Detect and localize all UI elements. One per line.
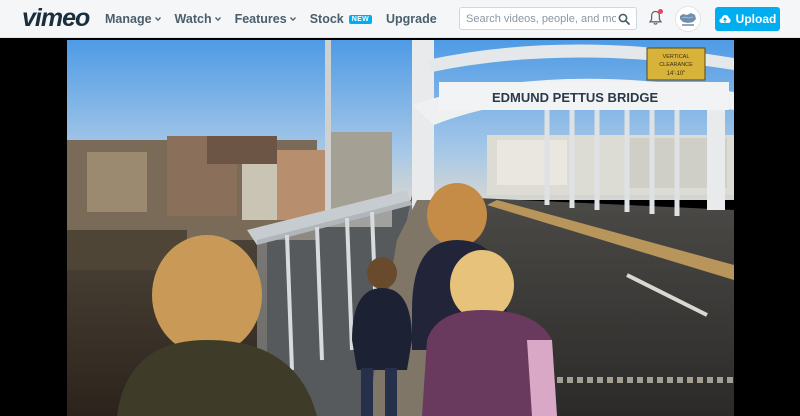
nav-watch-label: Watch bbox=[174, 12, 212, 26]
new-badge: NEW bbox=[348, 14, 372, 24]
chevron-down-icon bbox=[289, 17, 296, 22]
top-navigation-bar: vimeo Manage Watch Features Stock NEW Up… bbox=[0, 0, 800, 38]
vimeo-logo[interactable]: vimeo bbox=[22, 4, 90, 33]
clearance-sign-line-2: CLEARANCE bbox=[659, 62, 693, 68]
video-still: EDMUND PETTUS BRIDGE VERTICAL CLEARANCE … bbox=[67, 40, 734, 416]
nav-stock-label: Stock bbox=[309, 12, 344, 26]
upload-cloud-icon bbox=[719, 15, 731, 23]
chevron-down-icon bbox=[214, 17, 221, 22]
clearance-sign-line-1: VERTICAL bbox=[663, 54, 690, 60]
nav-upgrade[interactable]: Upgrade bbox=[386, 12, 437, 26]
nav-features[interactable]: Features bbox=[235, 12, 296, 26]
nav-manage-label: Manage bbox=[105, 12, 152, 26]
video-frame[interactable]: EDMUND PETTUS BRIDGE VERTICAL CLEARANCE … bbox=[67, 40, 734, 416]
nav-manage[interactable]: Manage bbox=[105, 12, 161, 26]
upload-button[interactable]: Upload bbox=[715, 7, 780, 31]
avatar[interactable] bbox=[675, 6, 701, 32]
notification-dot bbox=[658, 9, 663, 14]
nav-stock[interactable]: Stock NEW bbox=[310, 12, 372, 26]
nav-features-label: Features bbox=[234, 12, 287, 26]
main-nav: Manage Watch Features Stock NEW Upgrade bbox=[105, 0, 451, 38]
search-input[interactable] bbox=[466, 11, 616, 27]
bridge-sign-text: EDMUND PETTUS BRIDGE bbox=[492, 90, 658, 105]
video-player[interactable]: EDMUND PETTUS BRIDGE VERTICAL CLEARANCE … bbox=[0, 38, 800, 416]
search-box bbox=[459, 7, 637, 30]
avatar-image bbox=[676, 7, 700, 31]
clearance-sign-line-3: 14'-10" bbox=[667, 71, 686, 77]
nav-watch[interactable]: Watch bbox=[175, 12, 221, 26]
nav-upgrade-label: Upgrade bbox=[385, 12, 437, 26]
search-icon[interactable] bbox=[618, 13, 630, 25]
upload-label: Upload bbox=[735, 12, 777, 26]
chevron-down-icon bbox=[154, 17, 161, 22]
